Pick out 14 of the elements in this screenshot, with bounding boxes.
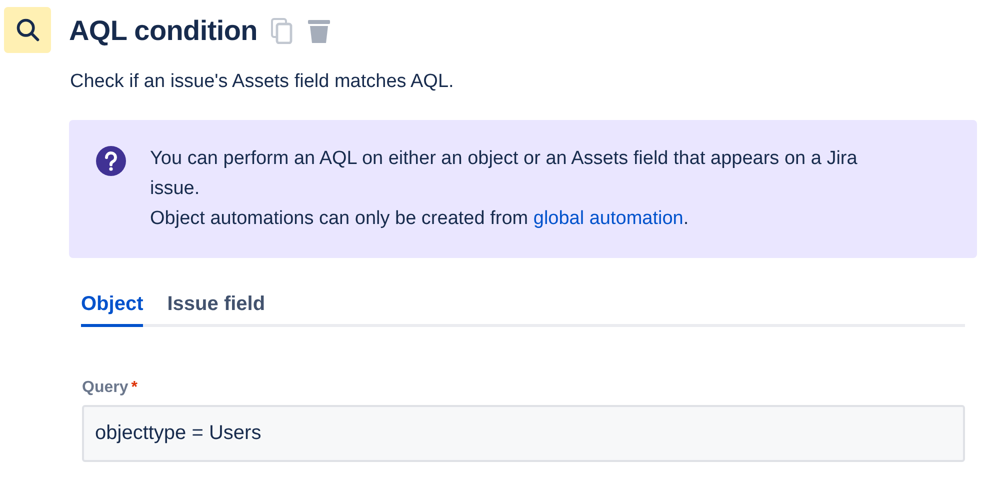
search-icon xyxy=(14,17,40,43)
info-message: You can perform an AQL on either an object or an Assets field that appears on a Jira issue. xyxy=(150,147,858,201)
query-field[interactable]: objecttype = Users xyxy=(82,405,965,462)
tab[interactable]: Object xyxy=(81,293,144,327)
help-icon xyxy=(96,146,126,176)
info-note: Object automations can only be created from global automation. xyxy=(150,207,690,231)
title: AQL condition xyxy=(69,15,258,47)
required-mark: * xyxy=(131,379,138,397)
query-label: Query xyxy=(82,379,128,397)
description: Check if an issue's Assets field matches AQL. xyxy=(70,71,455,93)
tab[interactable]: Issue field xyxy=(167,293,266,327)
trash-icon[interactable] xyxy=(307,18,332,44)
global-automation-link[interactable]: global automation xyxy=(533,208,684,229)
copy-icon[interactable] xyxy=(271,18,294,44)
